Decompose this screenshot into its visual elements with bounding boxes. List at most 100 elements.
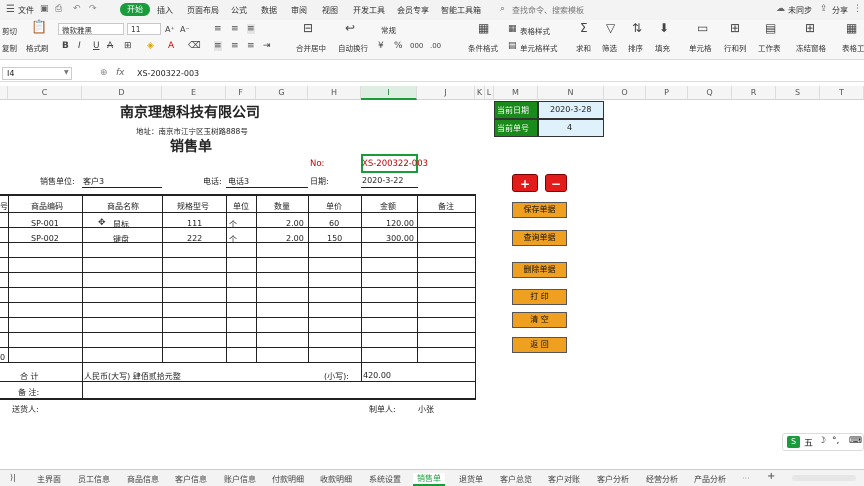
name-box-dropdown-icon[interactable]: ▼ [64, 69, 69, 76]
align-center-icon[interactable]: ≡ [231, 41, 239, 51]
cell-style-button[interactable]: 单元格样式 [520, 43, 558, 54]
col-header[interactable]: G [256, 86, 308, 100]
italic-button[interactable]: I [78, 41, 81, 51]
share-button[interactable]: 分享 [832, 5, 848, 16]
sort-button[interactable]: 排序 [628, 43, 643, 54]
sum-icon[interactable]: Σ [580, 22, 588, 34]
col-header[interactable]: E [162, 86, 226, 100]
currency-icon[interactable]: ¥ [378, 41, 384, 51]
freeze-icon[interactable]: ⊞ [805, 22, 815, 34]
horizontal-scrollbar[interactable] [792, 475, 856, 481]
align-middle-icon[interactable]: ≡ [231, 24, 239, 34]
punctuation-icon[interactable]: °, [832, 436, 839, 446]
fill-color-icon[interactable]: ◈ [147, 41, 154, 51]
tab-staff[interactable]: 员工信息 [78, 474, 110, 485]
indent-icon[interactable]: ⇥ [263, 41, 271, 51]
table-tools-button[interactable]: 表格工 [842, 43, 864, 54]
col-header[interactable]: L [485, 86, 494, 100]
sales-unit-value[interactable]: 客户3 [83, 176, 104, 187]
decimal-icon[interactable]: .00 [430, 41, 441, 51]
sort-icon[interactable]: ⇅ [632, 22, 642, 34]
worksheet-button[interactable]: 工作表 [758, 43, 781, 54]
menu-page-layout[interactable]: 页面布局 [187, 5, 219, 16]
menu-home[interactable]: 开始 [120, 3, 150, 16]
tab-more-icon[interactable]: ··· [742, 474, 750, 483]
clear-format-icon[interactable]: ⌫ [188, 41, 201, 51]
undo-icon[interactable]: ↶ [73, 4, 81, 14]
menu-formulas[interactable]: 公式 [231, 5, 247, 16]
cell-button[interactable]: 单元格 [689, 43, 712, 54]
keyboard-icon[interactable]: ⌨ [849, 436, 862, 446]
clear-button[interactable]: 清 空 [512, 312, 567, 328]
font-size-select[interactable]: 11 [127, 23, 161, 35]
col-header[interactable]: F [226, 86, 256, 100]
menu-insert[interactable]: 插入 [157, 5, 173, 16]
tab-customer-reconcile[interactable]: 客户对账 [548, 474, 580, 485]
fill-icon[interactable]: ⬇ [659, 22, 669, 34]
thousands-icon[interactable]: 000 [410, 41, 423, 51]
table-style-button[interactable]: 表格样式 [520, 26, 550, 37]
font-color-icon[interactable]: A [168, 41, 174, 51]
col-header-active[interactable]: I [361, 86, 417, 100]
more-icon[interactable]: ⋮ [853, 4, 862, 14]
align-top-icon[interactable]: ≡ [214, 24, 222, 34]
percent-icon[interactable]: % [394, 41, 403, 51]
copy-button[interactable]: 复制 [2, 43, 17, 54]
col-header[interactable]: N [538, 86, 604, 100]
no-value[interactable]: XS-200322-003 [362, 159, 428, 169]
tab-returns[interactable]: 退货单 [459, 474, 483, 485]
tab-customer-overview[interactable]: 客户总览 [500, 474, 532, 485]
current-date-value[interactable]: 2020-3-28 [550, 105, 591, 114]
col-header[interactable]: O [604, 86, 646, 100]
wrap-text-button[interactable]: 自动换行 [338, 43, 368, 54]
tab-accounts[interactable]: 账户信息 [224, 474, 256, 485]
table-tools-icon[interactable]: ▦ [846, 22, 857, 34]
maker-value[interactable]: 小张 [418, 404, 434, 415]
underline-button[interactable]: U [93, 41, 100, 51]
col-header[interactable]: J [417, 86, 475, 100]
row1-unit[interactable]: 个 [229, 219, 237, 230]
ime-mode-icon[interactable]: 五 [804, 436, 813, 449]
menu-member[interactable]: 会员专享 [397, 5, 429, 16]
print-quick-icon[interactable]: ⎙ [55, 4, 62, 14]
strikethrough-button[interactable]: A [107, 41, 113, 51]
col-header[interactable]: D [82, 86, 162, 100]
filter-icon[interactable]: ▽ [606, 22, 615, 34]
col-header[interactable]: K [475, 86, 485, 100]
row2-name[interactable]: 键盘 [113, 234, 129, 245]
col-header[interactable]: H [308, 86, 361, 100]
conditional-format-button[interactable]: 条件格式 [468, 43, 498, 54]
paste-icon[interactable]: 📋 [31, 21, 47, 34]
align-right-icon[interactable]: ≡ [247, 41, 255, 51]
menu-developer[interactable]: 开发工具 [353, 5, 385, 16]
row1-name[interactable]: 鼠标 [113, 219, 129, 230]
tab-nav-last-icon[interactable]: ⟩| [10, 473, 16, 482]
col-header[interactable]: M [494, 86, 538, 100]
worksheet-grid[interactable]: 南京理想科技有限公司 地址：南京市江宁区玉树路888号 销售单 No: XS-2… [0, 100, 864, 468]
tab-settings[interactable]: 系统设置 [369, 474, 401, 485]
sync-status[interactable]: 未同步 [788, 5, 812, 16]
col-header[interactable]: T [820, 86, 864, 100]
align-left-icon[interactable]: ≡ [214, 41, 222, 51]
query-document-button[interactable]: 查询单据 [512, 230, 567, 246]
menu-data[interactable]: 数据 [261, 5, 277, 16]
font-grow-icon[interactable]: A⁺ [165, 25, 175, 35]
tab-customer-analysis[interactable]: 客户分析 [597, 474, 629, 485]
tab-product-analysis[interactable]: 产品分析 [694, 474, 726, 485]
save-icon[interactable]: ▣ [40, 4, 49, 14]
merge-icon[interactable]: ⊟ [303, 22, 313, 34]
freeze-panes-button[interactable]: 冻结窗格 [796, 43, 826, 54]
add-sheet-icon[interactable]: + [767, 471, 775, 482]
border-icon[interactable]: ⊞ [124, 41, 132, 51]
print-button[interactable]: 打 印 [512, 289, 567, 305]
menu-file[interactable]: 文件 [18, 5, 34, 16]
delete-document-button[interactable]: 删除单据 [512, 262, 567, 278]
zoom-icon[interactable]: ⊕ [100, 68, 108, 78]
rowcol-icon[interactable]: ⊞ [730, 22, 740, 34]
number-format-select[interactable]: 常规 [377, 23, 457, 35]
ime-toolbar[interactable]: S 五 ☽ °, ⌨ [782, 433, 864, 451]
col-header[interactable]: C [8, 86, 82, 100]
name-box[interactable]: I4 [2, 67, 72, 80]
cell-style-icon[interactable]: ▤ [508, 41, 517, 51]
col-header[interactable]: P [646, 86, 688, 100]
